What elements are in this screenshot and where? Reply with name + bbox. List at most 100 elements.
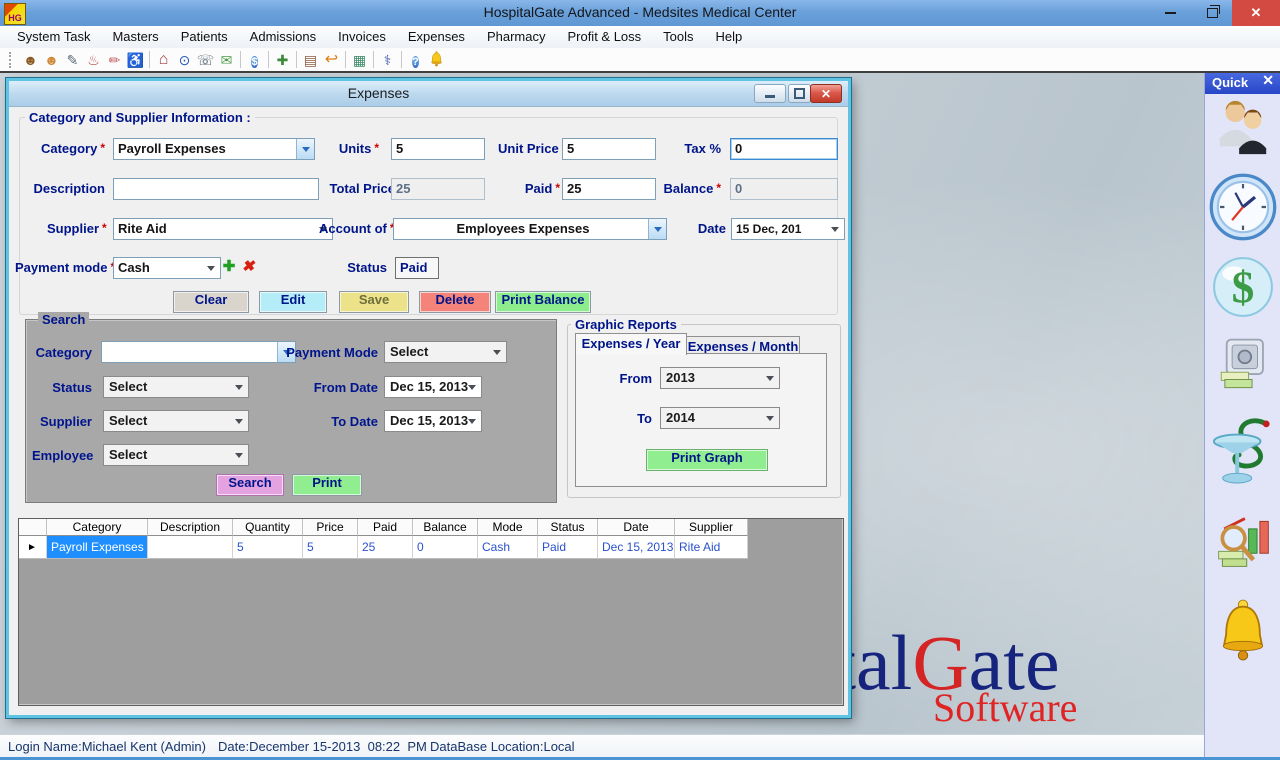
bell-icon xyxy=(429,50,444,68)
restore-button[interactable] xyxy=(1192,0,1232,26)
reports-icon[interactable]: ▦ xyxy=(349,50,370,70)
expenses-title-bar[interactable]: Expenses ✕ xyxy=(9,81,848,107)
grid-header-mode[interactable]: Mode xyxy=(478,519,538,536)
toolbar-grip[interactable] xyxy=(9,52,15,68)
to-date-label: To Date xyxy=(313,414,378,429)
minimize-button[interactable] xyxy=(1150,0,1190,26)
quick-panel-title: Quick xyxy=(1212,75,1248,90)
cell-price: 5 xyxy=(303,536,358,559)
menu-system-task[interactable]: System Task xyxy=(6,26,101,48)
delete-button[interactable]: Delete xyxy=(419,291,491,313)
grid-header-status[interactable]: Status xyxy=(538,519,598,536)
menu-admissions[interactable]: Admissions xyxy=(239,26,327,48)
dollar-icon[interactable]: $ xyxy=(1210,254,1276,325)
menu-invoices[interactable]: Invoices xyxy=(327,26,397,48)
wheelchair-icon[interactable]: ♿ xyxy=(125,50,146,70)
from-date-label: From Date xyxy=(302,380,378,395)
menu-tools[interactable]: Tools xyxy=(652,26,704,48)
close-button[interactable]: ✕ xyxy=(1232,0,1280,26)
from-year-combobox[interactable]: 2013 xyxy=(660,367,780,389)
menu-expenses[interactable]: Expenses xyxy=(397,26,476,48)
patients-group-icon[interactable]: ☻ xyxy=(20,50,41,70)
search-payment-mode-combobox[interactable]: Select xyxy=(384,341,507,363)
search-employee-combobox[interactable]: Select xyxy=(103,444,249,466)
search-status-label: Status xyxy=(46,380,92,395)
chevron-down-icon[interactable] xyxy=(648,219,666,239)
menu-masters[interactable]: Masters xyxy=(101,26,169,48)
pharmacy-stock-icon[interactable]: ✚ xyxy=(272,50,293,70)
print-balance-button[interactable]: Print Balance xyxy=(495,291,591,313)
database-location-status: DataBase Location:Local xyxy=(430,739,575,754)
from-date-combobox[interactable]: Dec 15, 2013 xyxy=(384,376,482,398)
edit-button[interactable]: Edit xyxy=(259,291,327,313)
undo-icon[interactable]: ↩ xyxy=(321,50,342,70)
lab-icon[interactable]: ♨ xyxy=(83,50,104,70)
paid-input[interactable]: 25 xyxy=(562,178,656,200)
help-icon[interactable]: ? xyxy=(405,50,426,70)
add-payment-mode-icon[interactable]: ✚ xyxy=(221,257,237,277)
to-year-combobox[interactable]: 2014 xyxy=(660,407,780,429)
payments-icon[interactable]: $ xyxy=(244,50,265,70)
account-of-combobox[interactable]: Employees Expenses xyxy=(393,218,667,240)
search-panel-title: Search xyxy=(38,312,89,327)
supplier-combobox[interactable]: Rite Aid xyxy=(113,218,333,240)
toolbar-separator xyxy=(373,51,374,68)
chevron-down-icon xyxy=(831,227,839,232)
prescription-icon[interactable]: ✏ xyxy=(104,50,125,70)
total-price-label: Total Price xyxy=(323,181,395,196)
save-button[interactable]: Save xyxy=(339,291,409,313)
grid-header-balance[interactable]: Balance xyxy=(413,519,478,536)
grid-data-row[interactable]: ► Payroll Expenses 5 5 25 0 Cash Paid De… xyxy=(19,536,843,559)
menu-patients[interactable]: Patients xyxy=(170,26,239,48)
expenses-close-button[interactable]: ✕ xyxy=(810,84,842,103)
patient-icon[interactable]: ☻ xyxy=(41,50,62,70)
safe-icon[interactable] xyxy=(1214,336,1272,399)
signature-icon[interactable]: ✎ xyxy=(62,50,83,70)
hospital-icon[interactable]: ⌂ xyxy=(153,50,174,70)
grid-header-description[interactable]: Description xyxy=(148,519,233,536)
schedule-icon[interactable]: ⊙ xyxy=(174,50,195,70)
grid-header-paid[interactable]: Paid xyxy=(358,519,413,536)
print-graph-button[interactable]: Print Graph xyxy=(646,449,768,471)
close-icon: ✕ xyxy=(1251,5,1262,21)
fax-icon[interactable]: ☏ xyxy=(195,50,216,70)
users-icon[interactable] xyxy=(1214,98,1272,161)
pharmacy-icon[interactable] xyxy=(1212,408,1274,501)
clock-icon[interactable] xyxy=(1208,172,1278,247)
chevron-down-icon[interactable] xyxy=(296,139,314,159)
report-search-icon[interactable] xyxy=(1213,512,1273,577)
grid-header-price[interactable]: Price xyxy=(303,519,358,536)
cashbox-icon[interactable]: ▤ xyxy=(300,50,321,70)
grid-header-category[interactable]: Category xyxy=(47,519,148,536)
description-input[interactable] xyxy=(113,178,319,200)
units-input[interactable]: 5 xyxy=(391,138,485,160)
staff-icon[interactable]: ⚕ xyxy=(377,50,398,70)
bell-icon[interactable] xyxy=(426,50,447,70)
tab-expenses-year[interactable]: Expenses / Year xyxy=(575,333,687,355)
menu-profit-loss[interactable]: Profit & Loss xyxy=(556,26,652,48)
expenses-minimize-button[interactable] xyxy=(754,84,786,103)
grid-header-quantity[interactable]: Quantity xyxy=(233,519,303,536)
menu-help[interactable]: Help xyxy=(705,26,754,48)
clear-button[interactable]: Clear xyxy=(173,291,249,313)
search-button[interactable]: Search xyxy=(216,474,284,496)
minimize-icon xyxy=(1165,12,1176,14)
unit-price-input[interactable]: 5 xyxy=(562,138,656,160)
bell-icon[interactable] xyxy=(1213,596,1273,671)
invoice-icon[interactable]: ✉ xyxy=(216,50,237,70)
menu-pharmacy[interactable]: Pharmacy xyxy=(476,26,557,48)
search-status-combobox[interactable]: Select xyxy=(103,376,249,398)
date-combobox[interactable]: 15 Dec, 201 xyxy=(731,218,845,240)
quick-close-icon[interactable]: ✕ xyxy=(1262,72,1274,89)
print-button[interactable]: Print xyxy=(292,474,362,496)
search-category-combobox[interactable] xyxy=(101,341,296,363)
delete-payment-mode-icon[interactable]: ✖ xyxy=(240,257,256,277)
to-date-combobox[interactable]: Dec 15, 2013 xyxy=(384,410,482,432)
search-supplier-combobox[interactable]: Select xyxy=(103,410,249,432)
grid-header-supplier[interactable]: Supplier xyxy=(675,519,748,536)
grid-header-date[interactable]: Date xyxy=(598,519,675,536)
payment-mode-combobox[interactable]: Cash xyxy=(113,257,221,279)
tax-input[interactable]: 0 xyxy=(730,138,838,160)
expenses-maximize-button[interactable] xyxy=(788,84,811,103)
category-combobox[interactable]: Payroll Expenses xyxy=(113,138,315,160)
